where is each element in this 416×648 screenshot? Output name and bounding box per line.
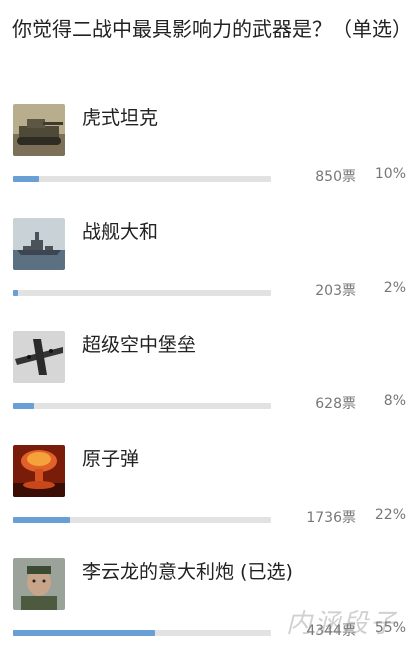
option-label: 战舰大和	[82, 221, 159, 243]
vote-progress-bar	[13, 517, 271, 523]
vote-progress-bar	[13, 176, 271, 182]
poll-option-atomic-bomb[interactable]: 原子弹 1736票 22%	[0, 445, 416, 555]
vote-progress-bar	[13, 630, 271, 636]
vote-percent: 22%	[374, 507, 406, 523]
vote-progress-fill	[13, 630, 155, 636]
vote-percent: 8%	[383, 393, 406, 409]
poll-option-yamato[interactable]: 战舰大和 203票 2%	[0, 218, 416, 328]
option-label: 虎式坦克	[82, 107, 159, 129]
vote-count: 850票	[315, 169, 356, 185]
poll-question: 你觉得二战中最具影响力的武器是？（单选）	[12, 17, 412, 41]
atomic-bomb-thumbnail	[13, 445, 65, 497]
vote-count: 1736票	[306, 510, 356, 526]
option-label: 原子弹	[82, 448, 140, 470]
vote-progress-fill	[13, 290, 19, 296]
vote-progress-fill	[13, 517, 70, 523]
poll-option-tiger-tank[interactable]: 虎式坦克 850票 10%	[0, 104, 416, 214]
battleship-yamato-thumbnail	[13, 218, 65, 270]
vote-percent: 10%	[374, 166, 406, 182]
vote-progress-bar	[13, 403, 271, 409]
b29-bomber-thumbnail	[13, 331, 65, 383]
vote-count: 628票	[315, 396, 356, 412]
vote-progress-fill	[13, 403, 34, 409]
vote-progress-bar	[13, 290, 271, 296]
li-yunlong-thumbnail	[13, 558, 65, 610]
vote-progress-fill	[13, 176, 39, 182]
tiger-tank-thumbnail	[13, 104, 65, 156]
option-label: 超级空中堡垒	[82, 334, 197, 356]
watermark: 内涵段子	[285, 609, 398, 639]
vote-count: 203票	[315, 283, 356, 299]
vote-percent: 2%	[383, 280, 406, 296]
poll-option-b29[interactable]: 超级空中堡垒 628票 8%	[0, 331, 416, 441]
option-label: 李云龙的意大利炮 (已选)	[82, 561, 293, 583]
